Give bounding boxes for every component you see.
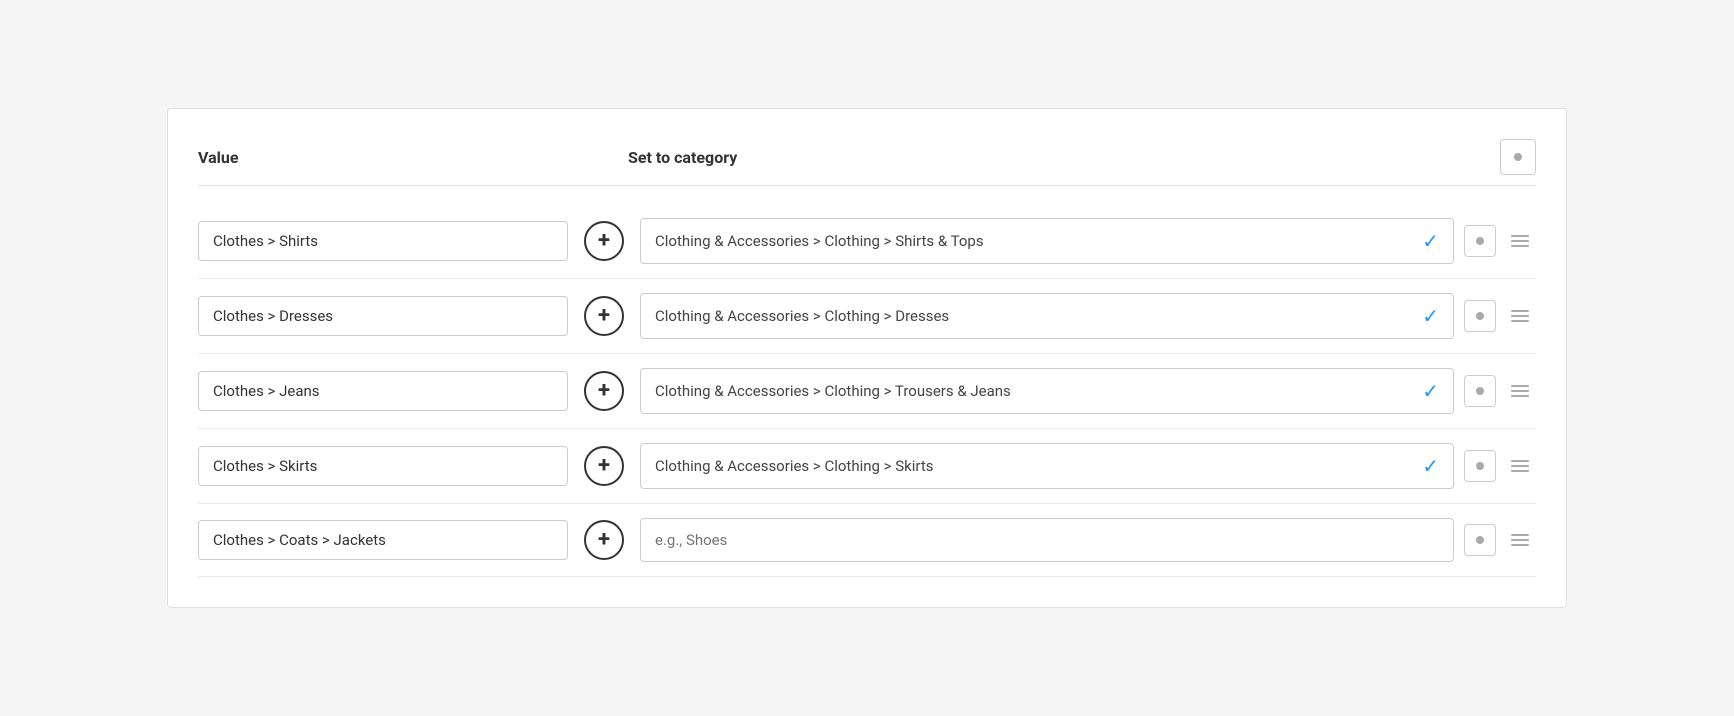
menu-lines-row-shirts	[1511, 235, 1529, 247]
category-text-row-dresses: Clothing & Accessories > Clothing > Dres…	[655, 307, 949, 325]
add-button-row-jeans[interactable]: +	[584, 371, 624, 411]
menu-line	[1511, 320, 1529, 322]
menu-button-row-skirts[interactable]	[1504, 450, 1536, 482]
category-input-container	[655, 531, 1439, 549]
radio-button-row-dresses[interactable]	[1464, 300, 1496, 332]
menu-lines-row-skirts	[1511, 460, 1529, 472]
category-text-row-skirts: Clothing & Accessories > Clothing > Skir…	[655, 457, 933, 475]
category-box-row-coats[interactable]	[640, 518, 1454, 562]
value-box-row-dresses: Clothes > Dresses	[198, 296, 568, 336]
value-box-row-skirts: Clothes > Skirts	[198, 446, 568, 486]
menu-line	[1511, 390, 1529, 392]
data-row-row-shirts: Clothes > Shirts + Clothing & Accessories …	[198, 204, 1536, 279]
category-box-row-dresses: Clothing & Accessories > Clothing > Dres…	[640, 293, 1454, 339]
menu-line	[1511, 460, 1529, 462]
plus-icon: +	[598, 380, 610, 402]
menu-line	[1511, 470, 1529, 472]
menu-button-row-jeans[interactable]	[1504, 375, 1536, 407]
plus-icon: +	[598, 230, 610, 252]
rows-container: Clothes > Shirts + Clothing & Accessories …	[198, 204, 1536, 577]
menu-line	[1511, 315, 1529, 317]
menu-lines-row-jeans	[1511, 385, 1529, 397]
menu-line	[1511, 534, 1529, 536]
data-row-row-dresses: Clothes > Dresses + Clothing & Accessories…	[198, 279, 1536, 354]
menu-line	[1511, 539, 1529, 541]
radio-dot-row-jeans	[1476, 387, 1484, 395]
radio-button-row-skirts[interactable]	[1464, 450, 1496, 482]
add-button-row-dresses[interactable]: +	[584, 296, 624, 336]
add-button-row-coats[interactable]: +	[584, 520, 624, 560]
row-actions-row-skirts	[1464, 450, 1536, 482]
plus-icon: +	[598, 455, 610, 477]
radio-button-row-jeans[interactable]	[1464, 375, 1496, 407]
row-actions-row-shirts	[1464, 225, 1536, 257]
radio-button-row-shirts[interactable]	[1464, 225, 1496, 257]
menu-line	[1511, 385, 1529, 387]
plus-icon: +	[598, 305, 610, 327]
category-text-row-jeans: Clothing & Accessories > Clothing > Trou…	[655, 382, 1011, 400]
add-button-row-skirts[interactable]: +	[584, 446, 624, 486]
category-box-row-jeans: Clothing & Accessories > Clothing > Trou…	[640, 368, 1454, 414]
menu-lines-row-coats	[1511, 534, 1529, 546]
header-radio-dot	[1514, 153, 1522, 161]
menu-line	[1511, 310, 1529, 312]
value-column-header: Value	[198, 148, 568, 167]
radio-dot-row-coats	[1476, 536, 1484, 544]
add-button-row-shirts[interactable]: +	[584, 221, 624, 261]
value-box-row-coats: Clothes > Coats > Jackets	[198, 520, 568, 560]
category-input-row-coats[interactable]	[655, 531, 1439, 549]
menu-line	[1511, 465, 1529, 467]
data-row-row-skirts: Clothes > Skirts + Clothing & Accessories …	[198, 429, 1536, 504]
value-box-row-shirts: Clothes > Shirts	[198, 221, 568, 261]
menu-line	[1511, 245, 1529, 247]
radio-dot-row-shirts	[1476, 237, 1484, 245]
radio-dot-row-dresses	[1476, 312, 1484, 320]
data-row-row-coats: Clothes > Coats > Jackets +	[198, 504, 1536, 577]
menu-button-row-dresses[interactable]	[1504, 300, 1536, 332]
row-actions-row-dresses	[1464, 300, 1536, 332]
row-actions-row-jeans	[1464, 375, 1536, 407]
check-icon-row-skirts: ✓	[1422, 454, 1439, 478]
category-box-row-skirts: Clothing & Accessories > Clothing > Skir…	[640, 443, 1454, 489]
menu-lines-row-dresses	[1511, 310, 1529, 322]
main-container: Value Set to category Clothes > Shirts+C…	[167, 108, 1567, 608]
row-actions-row-coats	[1464, 524, 1536, 556]
data-row-row-jeans: Clothes > Jeans + Clothing & Accessories >…	[198, 354, 1536, 429]
menu-line	[1511, 235, 1529, 237]
header-action-button[interactable]	[1500, 139, 1536, 175]
check-icon-row-dresses: ✓	[1422, 304, 1439, 328]
menu-button-row-shirts[interactable]	[1504, 225, 1536, 257]
radio-button-row-coats[interactable]	[1464, 524, 1496, 556]
menu-line	[1511, 395, 1529, 397]
category-text-row-shirts: Clothing & Accessories > Clothing > Shir…	[655, 232, 984, 250]
check-icon-row-jeans: ✓	[1422, 379, 1439, 403]
category-column-header: Set to category	[628, 148, 1490, 167]
header-row: Value Set to category	[198, 139, 1536, 186]
menu-line	[1511, 240, 1529, 242]
plus-icon: +	[598, 529, 610, 551]
check-icon-row-shirts: ✓	[1422, 229, 1439, 253]
menu-line	[1511, 544, 1529, 546]
menu-button-row-coats[interactable]	[1504, 524, 1536, 556]
radio-dot-row-skirts	[1476, 462, 1484, 470]
value-box-row-jeans: Clothes > Jeans	[198, 371, 568, 411]
category-box-row-shirts: Clothing & Accessories > Clothing > Shir…	[640, 218, 1454, 264]
